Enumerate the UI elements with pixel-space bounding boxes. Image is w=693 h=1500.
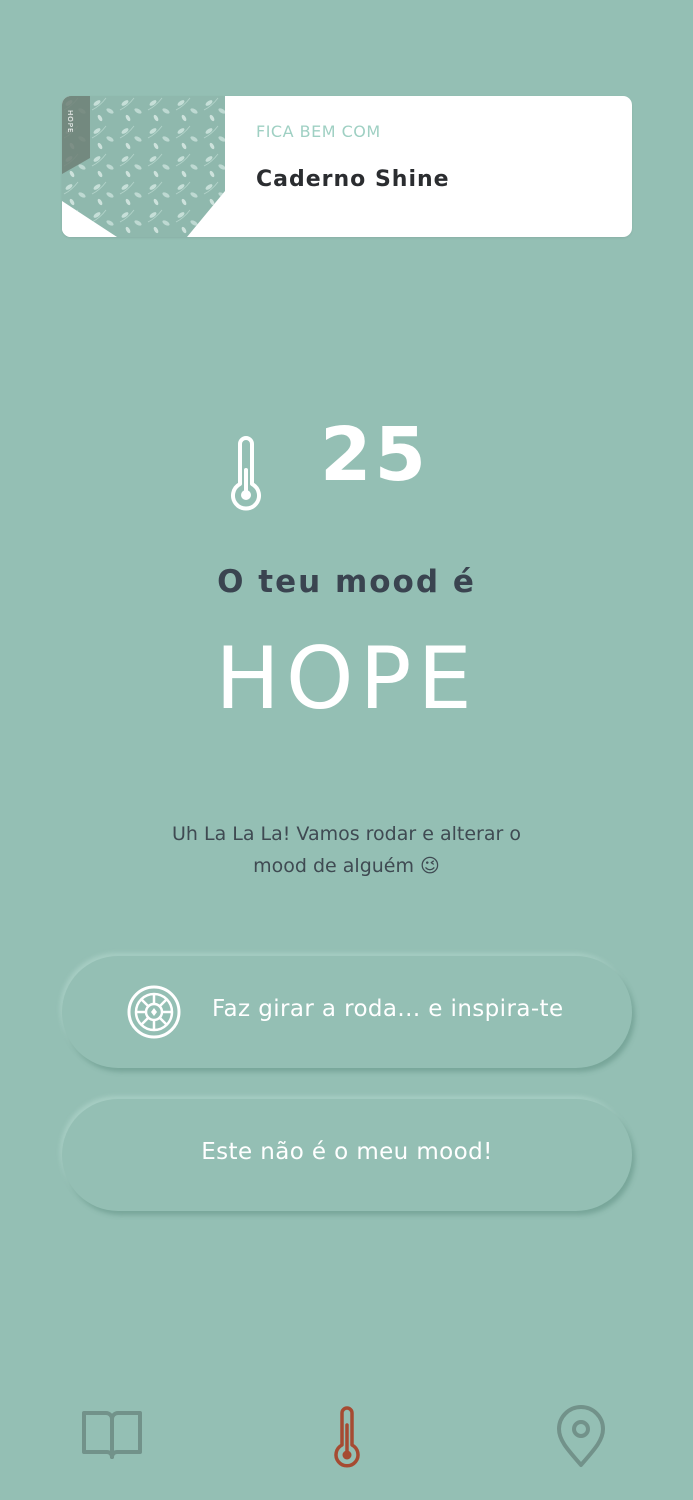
not-my-mood-label: Este não é o meu mood!: [201, 1139, 493, 1165]
mood-intro: O teu mood é: [217, 564, 476, 600]
not-my-mood-button[interactable]: Este não é o meu mood!: [62, 1099, 632, 1211]
temperature-value: 25: [320, 412, 429, 498]
location-pin-icon: [557, 1405, 605, 1467]
book-icon: [82, 1411, 142, 1459]
nav-item-mood[interactable]: [330, 1405, 364, 1469]
product-name: Caderno Shine: [256, 167, 450, 192]
product-image: HOPE: [62, 96, 225, 237]
thermometer-icon: [334, 1406, 360, 1468]
spin-wheel-button[interactable]: Faz girar a roda... e inspira-te: [62, 956, 632, 1068]
mood-name: HOPE: [215, 629, 478, 729]
nav-item-stores[interactable]: [555, 1405, 607, 1469]
product-image-brand: HOPE: [66, 110, 74, 133]
mood-message: Uh La La La! Vamos rodar e alterar o moo…: [172, 823, 521, 877]
spin-wheel-label: Faz girar a roda... e inspira-te: [212, 996, 564, 1022]
product-card[interactable]: HOPE FICA BEM COM Caderno Shine: [62, 96, 632, 237]
wheel-icon: [127, 985, 181, 1039]
nav-item-catalog[interactable]: [80, 1405, 144, 1465]
product-eyebrow: FICA BEM COM: [256, 122, 381, 141]
thermometer-icon: [231, 436, 261, 511]
